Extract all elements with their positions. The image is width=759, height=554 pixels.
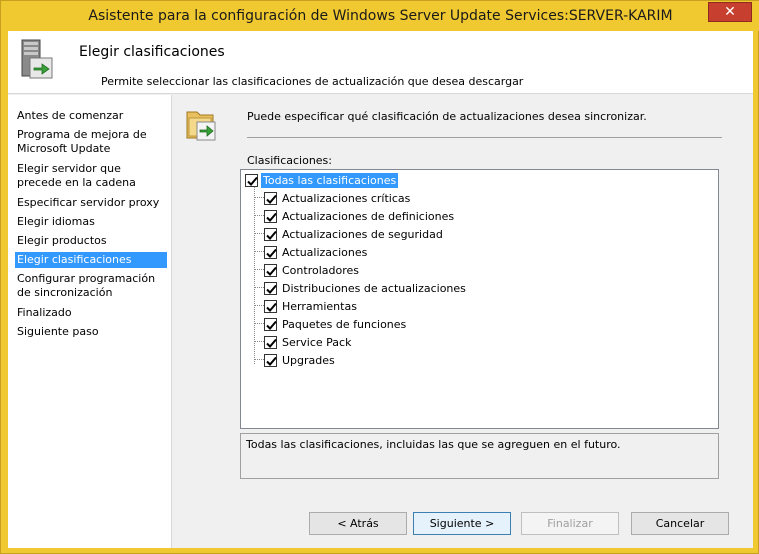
tree-connector: [255, 341, 264, 342]
tree-item-root[interactable]: Todas las clasificaciones: [245, 172, 399, 188]
check-icon: [266, 338, 277, 348]
window-title: Asistente para la configuración de Windo…: [88, 8, 673, 24]
tree-item-label[interactable]: Todas las clasificaciones: [261, 172, 399, 188]
check-icon: [266, 302, 277, 312]
back-button[interactable]: < Atrás: [309, 512, 407, 535]
check-icon: [266, 212, 277, 222]
tree-item-label[interactable]: Actualizaciones de seguridad: [280, 227, 445, 242]
check-icon: [266, 320, 277, 330]
wizard-footer: < Atrás Siguiente > Finalizar Cancelar: [173, 500, 753, 548]
info-text: Todas las clasificaciones, incluidas las…: [246, 438, 621, 451]
divider: [247, 137, 722, 138]
page-title: Elegir clasificaciones: [79, 44, 225, 60]
tree-connector: [255, 233, 264, 234]
tree-item-label[interactable]: Distribuciones de actualizaciones: [280, 281, 468, 296]
wizard-window: Asistente para la configuración de Windo…: [0, 0, 759, 554]
tree-connector: [255, 251, 264, 252]
close-icon: ✕: [724, 4, 736, 20]
nav-item-idiomas[interactable]: Elegir idiomas: [15, 214, 167, 230]
nav-item-finalizado[interactable]: Finalizado: [15, 305, 167, 321]
check-icon: [266, 356, 277, 366]
tree-item[interactable]: Distribuciones de actualizaciones: [264, 280, 468, 296]
check-icon: [266, 284, 277, 294]
checkbox[interactable]: [264, 317, 277, 331]
checkbox[interactable]: [264, 245, 277, 259]
checkbox[interactable]: [264, 299, 277, 313]
wizard-step-nav: Antes de comenzar Programa de mejora de …: [8, 95, 172, 548]
tree-item[interactable]: Herramientas: [264, 298, 359, 314]
tree-item-label[interactable]: Actualizaciones: [280, 245, 369, 260]
check-icon: [247, 176, 258, 186]
page-subtitle: Permite seleccionar las clasificaciones …: [101, 75, 524, 88]
tree-item-label[interactable]: Controladores: [280, 263, 361, 278]
tree-connector: [255, 359, 264, 360]
title-bar[interactable]: Asistente para la configuración de Windo…: [1, 1, 759, 31]
tree-connector: [255, 197, 264, 198]
close-button[interactable]: ✕: [708, 2, 752, 22]
nav-item-siguiente-paso[interactable]: Siguiente paso: [15, 324, 167, 340]
nav-item-servidor-precede[interactable]: Elegir servidor que precede en la cadena: [15, 161, 167, 191]
server-update-icon: [16, 38, 56, 82]
wizard-client-area: Elegir clasificaciones Permite seleccion…: [8, 31, 753, 548]
tree-item[interactable]: Actualizaciones de seguridad: [264, 226, 445, 242]
check-icon: [266, 248, 277, 258]
tree-item-label[interactable]: Service Pack: [280, 335, 353, 350]
tree-item[interactable]: Upgrades: [264, 352, 337, 368]
checkbox[interactable]: [264, 263, 277, 277]
classification-info-box: Todas las clasificaciones, incluidas las…: [240, 433, 719, 479]
checkbox[interactable]: [264, 281, 277, 295]
check-icon: [266, 194, 277, 204]
tree-connector: [255, 305, 264, 306]
tree-connector: [255, 215, 264, 216]
next-button[interactable]: Siguiente >: [413, 512, 511, 535]
tree-item-label[interactable]: Actualizaciones de definiciones: [280, 209, 456, 224]
nav-item-servidor-proxy[interactable]: Especificar servidor proxy: [15, 195, 167, 211]
tree-item-label[interactable]: Paquetes de funciones: [280, 317, 408, 332]
tree-connector: [255, 323, 264, 324]
cancel-button[interactable]: Cancelar: [631, 512, 729, 535]
checkbox[interactable]: [264, 227, 277, 241]
tree-connector: [255, 269, 264, 270]
nav-item-clasificaciones[interactable]: Elegir clasificaciones: [15, 252, 167, 268]
tree-item-label[interactable]: Upgrades: [280, 353, 337, 368]
tree-connector: [254, 184, 255, 364]
tree-item[interactable]: Paquetes de funciones: [264, 316, 408, 332]
tree-connector: [255, 287, 264, 288]
finish-button[interactable]: Finalizar: [521, 512, 619, 535]
tree-item[interactable]: Controladores: [264, 262, 361, 278]
tree-item[interactable]: Actualizaciones: [264, 244, 369, 260]
classifications-tree[interactable]: Todas las clasificaciones Actualizacione…: [240, 169, 719, 429]
tree-item[interactable]: Actualizaciones críticas: [264, 190, 412, 206]
checkbox[interactable]: [264, 209, 277, 223]
check-icon: [266, 266, 277, 276]
nav-item-productos[interactable]: Elegir productos: [15, 233, 167, 249]
nav-item-antes-de-comenzar[interactable]: Antes de comenzar: [15, 108, 167, 124]
check-icon: [266, 230, 277, 240]
nav-item-programa-mejora[interactable]: Programa de mejora de Microsoft Update: [15, 127, 167, 157]
classifications-label: Clasificaciones:: [247, 154, 332, 167]
wizard-header: Elegir clasificaciones Permite seleccion…: [8, 31, 753, 94]
checkbox[interactable]: [264, 353, 277, 367]
nav-item-programacion[interactable]: Configurar programación de sincronizació…: [15, 271, 167, 301]
checkbox[interactable]: [264, 335, 277, 349]
content-description: Puede especificar qué clasificación de a…: [247, 110, 647, 123]
folder-sync-icon: [183, 106, 219, 144]
tree-item[interactable]: Actualizaciones de definiciones: [264, 208, 456, 224]
checkbox[interactable]: [264, 191, 277, 205]
tree-item[interactable]: Service Pack: [264, 334, 353, 350]
root-checkbox[interactable]: [245, 173, 258, 187]
tree-item-label[interactable]: Herramientas: [280, 299, 359, 314]
wizard-content: Puede especificar qué clasificación de a…: [173, 95, 753, 500]
tree-item-label[interactable]: Actualizaciones críticas: [280, 191, 412, 206]
